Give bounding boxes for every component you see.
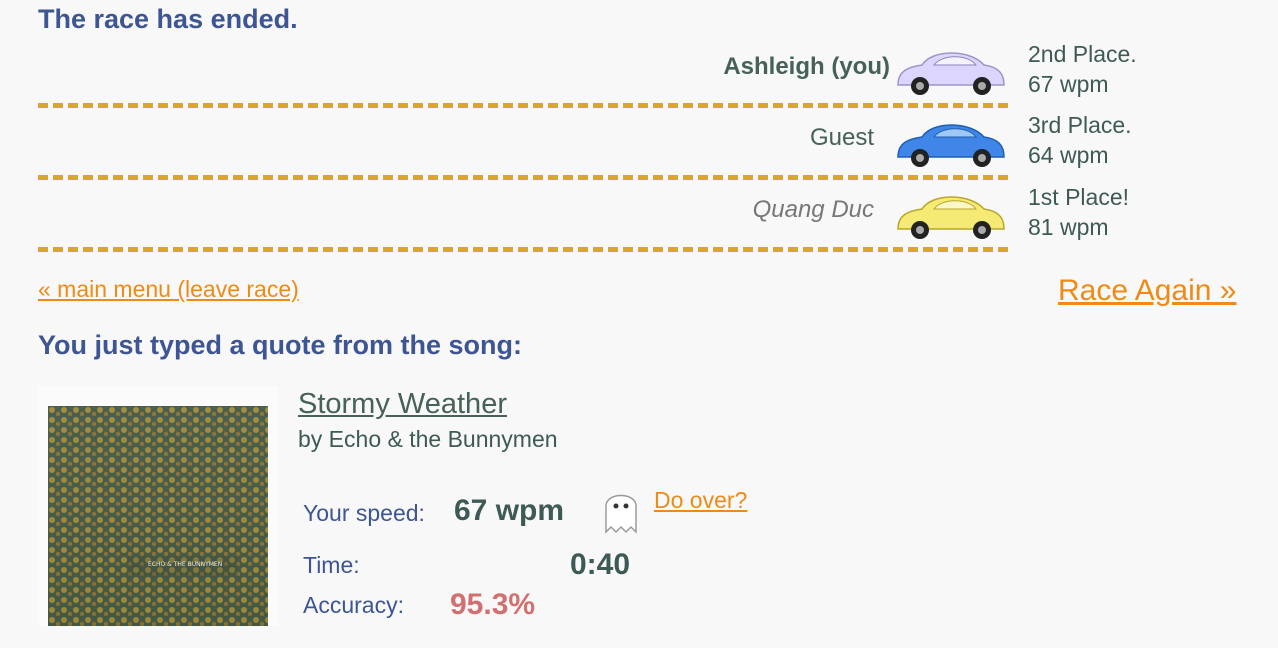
car-icon [897,124,1005,167]
speed-value: 67 wpm [454,494,565,527]
song-artist: by Echo & the Bunnymen [298,426,558,452]
racer-wpm: 64 wpm [1028,142,1109,168]
track-divider [38,247,1008,252]
racer-wpm: 81 wpm [1028,214,1109,240]
racer-name-opponent: Quang Duc [752,196,874,223]
album-art-text: ECHO & THE BUNNYMEN [148,561,222,568]
racer-place: 1st Place! [1028,184,1129,210]
album-cover: ECHO & THE BUNNYMEN [38,386,278,626]
ghost-icon [605,494,637,534]
song-title-link[interactable]: Stormy Weather [298,388,507,421]
time-label: Time: [303,552,360,578]
racer-wpm: 67 wpm [1028,71,1109,97]
racer-name-guest: Guest [809,124,874,151]
track-divider [38,103,1008,108]
accuracy-value: 95.3% [450,588,536,621]
speed-label: Your speed: [303,500,425,526]
race-again-link[interactable]: Race Again » [1058,274,1236,308]
album-art-image: ECHO & THE BUNNYMEN [48,406,268,626]
car-icon [897,196,1005,239]
racer-place: 2nd Place. [1028,41,1137,67]
track-divider [38,175,1008,180]
main-menu-link[interactable]: « main menu (leave race) [38,276,299,303]
accuracy-label: Accuracy: [303,592,404,618]
time-value: 0:40 [570,548,631,581]
racer-place: 3rd Place. [1028,112,1132,138]
song-heading: You just typed a quote from the song: [38,330,522,360]
racer-name-you: Ashleigh (you) [723,53,890,80]
car-icon [897,52,1005,95]
race-status-heading: The race has ended. [38,4,298,34]
do-over-link[interactable]: Do over? [654,487,747,514]
